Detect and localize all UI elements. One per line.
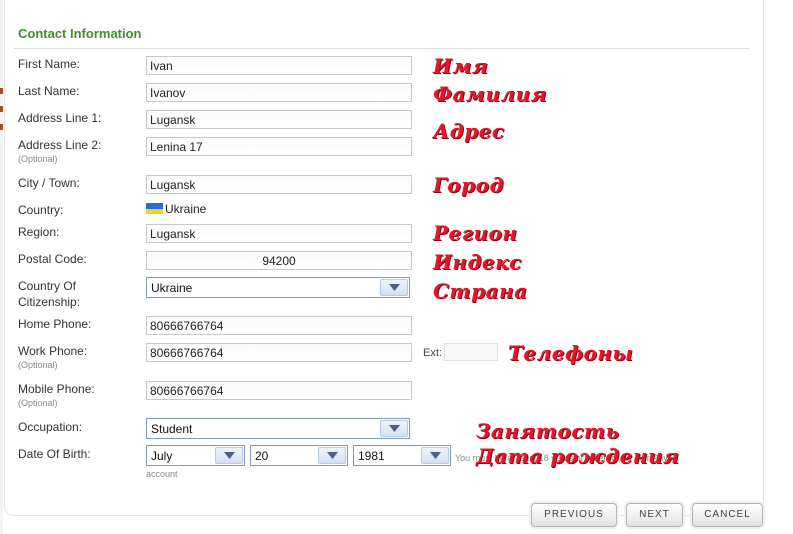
occupation-label: Occupation: xyxy=(18,420,83,434)
last-name-input[interactable]: Ivanov xyxy=(146,83,412,102)
dob-note-cont: account xyxy=(146,469,178,479)
dob-day-select[interactable]: 20 xyxy=(250,445,348,466)
chevron-down-icon[interactable] xyxy=(215,447,243,464)
annotation-city: Город xyxy=(433,173,504,197)
dob-label: Date Of Birth: xyxy=(18,447,91,461)
address1-input[interactable]: Lugansk xyxy=(146,110,412,129)
ext-label: Ext: xyxy=(423,347,442,359)
dob-month-value: July xyxy=(151,449,173,463)
work-phone-optional: (Optional) xyxy=(18,360,58,370)
left-edge-marks xyxy=(0,88,3,138)
annotation-postal: Индекс xyxy=(433,250,522,274)
country-value: Ukraine xyxy=(165,202,207,216)
dob-year-select[interactable]: 1981 xyxy=(353,445,451,466)
postal-label: Postal Code: xyxy=(18,252,87,266)
chevron-down-icon[interactable] xyxy=(380,279,408,296)
work-phone-input[interactable]: 80666766764 xyxy=(146,343,412,362)
address2-input[interactable]: Lenina 17 xyxy=(146,137,412,156)
left-edge xyxy=(0,0,3,534)
city-input[interactable]: Lugansk xyxy=(146,175,412,194)
chevron-down-icon[interactable] xyxy=(380,420,408,437)
region-input[interactable]: Lugansk xyxy=(146,224,412,243)
work-phone-label: Work Phone: xyxy=(18,344,88,358)
region-label: Region: xyxy=(18,225,60,239)
annotation-last-name: Фамилия xyxy=(433,82,548,106)
postal-input[interactable]: 94200 xyxy=(146,251,412,270)
section-title: Contact Information xyxy=(18,26,142,41)
city-label: City / Town: xyxy=(18,176,80,190)
annotation-phones: Телефоны xyxy=(508,341,634,365)
mobile-phone-input[interactable]: 80666766764 xyxy=(146,381,412,400)
citizenship-label-line2: Citizenship: xyxy=(18,295,81,309)
address1-label: Address Line 1: xyxy=(18,111,102,125)
annotation-first-name: Имя xyxy=(433,54,489,78)
home-phone-input[interactable]: 80666766764 xyxy=(146,316,412,335)
mobile-phone-optional: (Optional) xyxy=(18,398,58,408)
address2-optional: (Optional) xyxy=(18,154,58,164)
annotation-country: Страна xyxy=(433,279,528,303)
chevron-down-icon[interactable] xyxy=(421,447,449,464)
cancel-button[interactable]: CANCEL xyxy=(692,503,763,527)
dob-month-select[interactable]: July xyxy=(146,445,245,466)
chevron-down-icon[interactable] xyxy=(318,447,346,464)
ukraine-flag-icon xyxy=(146,203,163,214)
next-button[interactable]: NEXT xyxy=(626,503,683,527)
ext-input[interactable] xyxy=(444,343,498,361)
title-divider xyxy=(14,48,749,49)
first-name-input[interactable]: Ivan xyxy=(146,56,412,75)
dob-day-value: 20 xyxy=(255,449,269,463)
address2-label: Address Line 2: xyxy=(18,138,102,152)
citizenship-select[interactable]: Ukraine xyxy=(146,277,410,298)
last-name-label: Last Name: xyxy=(18,84,80,98)
citizenship-label-line1: Country Of xyxy=(18,279,77,293)
annotation-address: Адрес xyxy=(433,119,505,143)
first-name-label: First Name: xyxy=(18,57,81,71)
mobile-phone-label: Mobile Phone: xyxy=(18,382,95,396)
occupation-select[interactable]: Student xyxy=(146,418,410,439)
annotation-region: Регион xyxy=(433,221,518,245)
annotation-occupation: Занятость xyxy=(476,419,620,443)
citizenship-value: Ukraine xyxy=(151,281,193,295)
annotation-dob: Дата рождения xyxy=(476,444,680,468)
previous-button[interactable]: PREVIOUS xyxy=(531,503,617,527)
dob-year-value: 1981 xyxy=(358,449,385,463)
home-phone-label: Home Phone: xyxy=(18,317,92,331)
occupation-value: Student xyxy=(151,422,193,436)
country-label: Country: xyxy=(18,203,64,217)
